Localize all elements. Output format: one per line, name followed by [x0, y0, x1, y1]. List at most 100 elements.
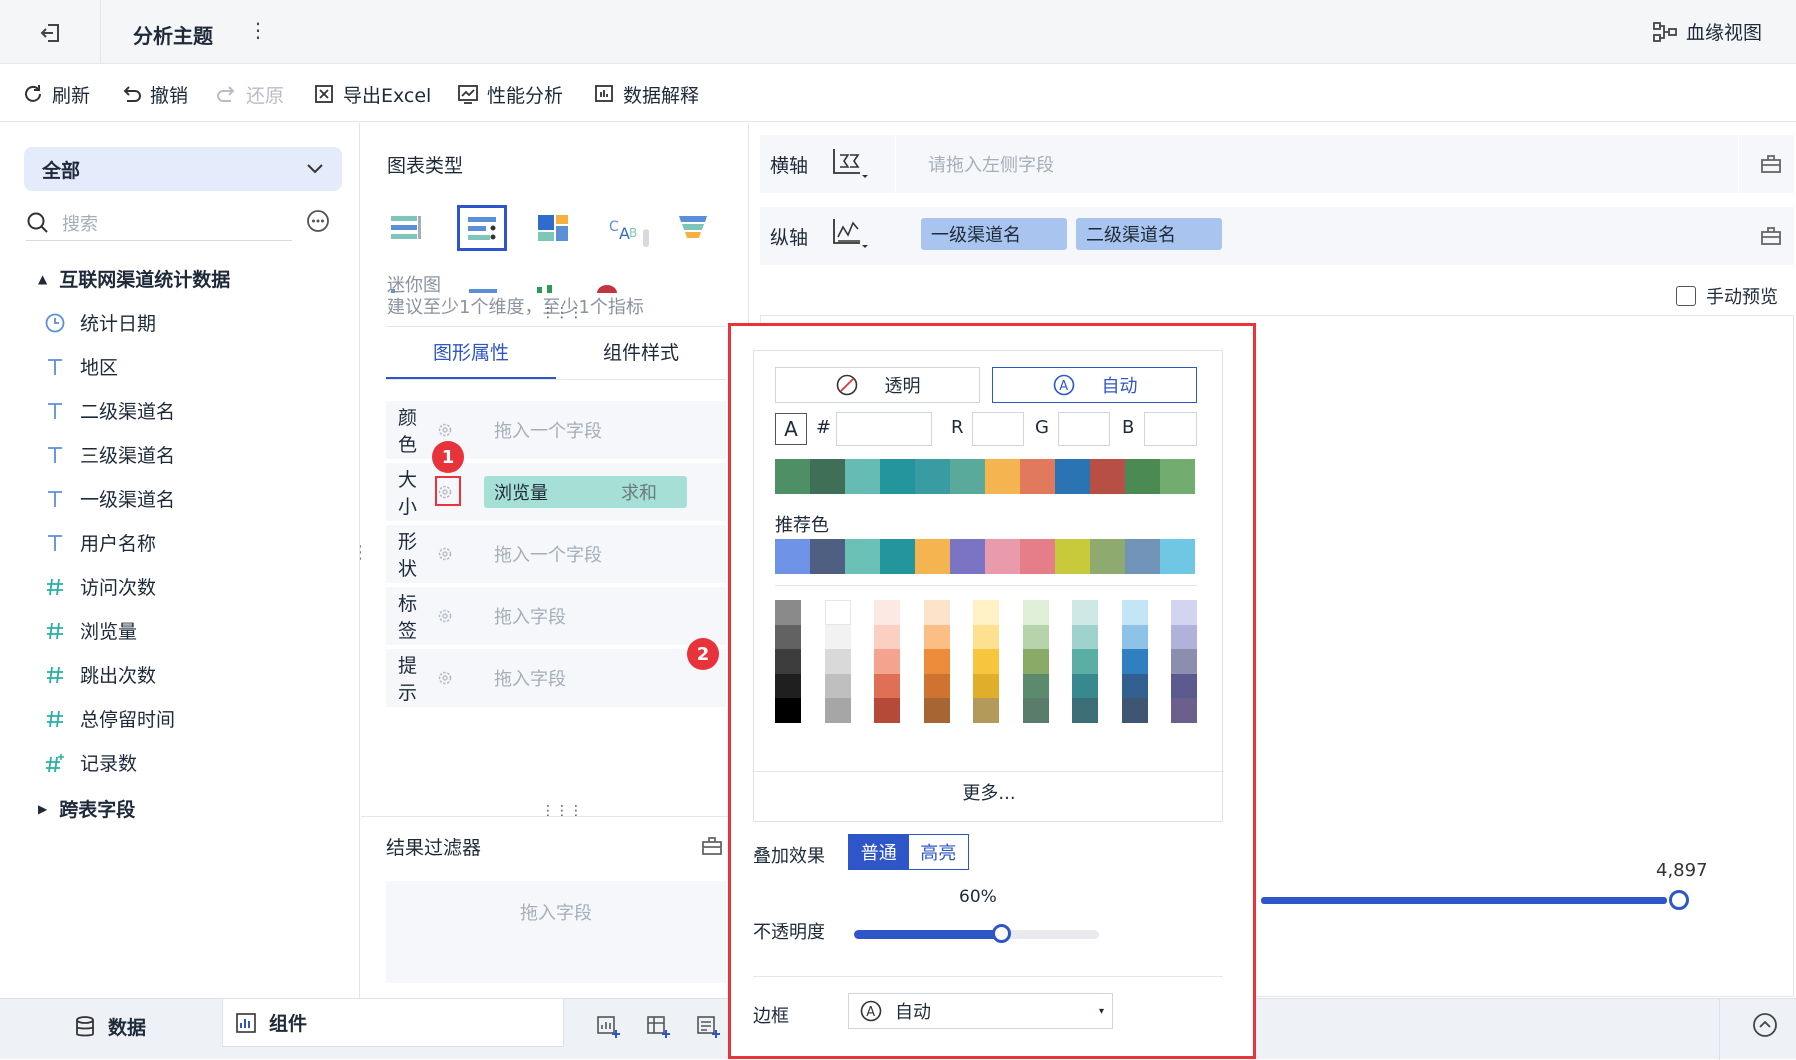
shade-swatch[interactable]	[775, 649, 801, 674]
add-chart-icon[interactable]	[596, 1013, 622, 1039]
y-axis-field-pill[interactable]: 二级渠道名	[1076, 218, 1222, 250]
manual-preview-toggle[interactable]: 手动预览	[1676, 283, 1778, 309]
shade-swatch[interactable]	[1121, 698, 1148, 723]
palette-swatch[interactable]	[1090, 459, 1125, 494]
tab-component-style[interactable]: 组件样式	[556, 338, 726, 365]
field-item[interactable]: 三级渠道名	[44, 441, 175, 468]
add-table-icon[interactable]	[646, 1013, 672, 1039]
shade-swatch[interactable]	[874, 600, 900, 625]
tab-graphic-properties[interactable]: 图形属性	[386, 338, 556, 365]
palette-swatch[interactable]	[1125, 459, 1160, 494]
shade-swatch[interactable]	[973, 649, 999, 674]
palette-swatch[interactable]	[810, 459, 845, 494]
gear-icon[interactable]	[436, 421, 454, 439]
word-cloud-chart-icon[interactable]: CAB	[607, 213, 641, 243]
shade-swatch[interactable]	[874, 673, 900, 699]
component-tab[interactable]: 组件	[222, 999, 564, 1047]
recommended-swatch[interactable]	[1055, 539, 1090, 574]
shade-swatch[interactable]	[1121, 600, 1148, 625]
b-input[interactable]	[1144, 412, 1197, 446]
field-item[interactable]: 地区	[44, 353, 118, 380]
shade-swatch[interactable]	[923, 649, 950, 674]
filter-settings-icon[interactable]	[701, 835, 723, 857]
palette-swatch[interactable]	[1055, 459, 1090, 494]
shade-swatch[interactable]	[1022, 600, 1049, 625]
field-scope-dropdown[interactable]: 全部	[24, 147, 342, 191]
redo-button[interactable]: 还原	[216, 79, 284, 109]
shade-swatch[interactable]	[775, 673, 801, 699]
shade-swatch[interactable]	[824, 624, 851, 650]
hex-input[interactable]	[836, 412, 932, 446]
shade-swatch[interactable]	[1072, 673, 1098, 699]
more-icon[interactable]: ⋮	[248, 18, 268, 42]
shade-swatch[interactable]	[973, 673, 999, 699]
palette-swatch[interactable]	[1160, 459, 1195, 494]
shade-swatch[interactable]	[1171, 624, 1197, 650]
recommended-swatch[interactable]	[810, 539, 845, 574]
manual-preview-checkbox[interactable]	[1676, 286, 1696, 306]
x-axis-config-icon[interactable]	[1760, 153, 1782, 175]
y-axis-settings-icon[interactable]	[830, 217, 870, 251]
data-tab[interactable]: 数据	[74, 1013, 146, 1040]
recommended-swatch[interactable]	[1090, 539, 1125, 574]
field-item[interactable]: 统计日期	[44, 309, 156, 336]
blend-highlight-option[interactable]: 高亮	[909, 835, 969, 869]
performance-button[interactable]: 性能分析	[457, 79, 563, 109]
chart-type-scrollbar[interactable]	[643, 229, 649, 247]
shade-swatch[interactable]	[824, 673, 851, 699]
field-item[interactable]: 记录数	[44, 749, 137, 776]
blend-normal-option[interactable]: 普通	[849, 835, 909, 869]
table-group[interactable]: ▲ 互联网渠道统计数据	[38, 265, 230, 292]
more-options-icon[interactable]	[306, 209, 330, 233]
shade-swatch[interactable]	[973, 698, 999, 723]
palette-swatch[interactable]	[775, 459, 810, 494]
palette-swatch[interactable]	[915, 459, 950, 494]
data-explain-button[interactable]: 数据解释	[593, 79, 699, 109]
transparent-button[interactable]: 透明	[775, 367, 980, 403]
field-item[interactable]: 一级渠道名	[44, 485, 175, 512]
palette-swatch[interactable]	[845, 459, 880, 494]
g-input[interactable]	[1058, 412, 1110, 446]
palette-swatch[interactable]	[985, 459, 1020, 494]
shade-swatch[interactable]	[1121, 673, 1148, 699]
shade-swatch[interactable]	[874, 649, 900, 674]
shade-swatch[interactable]	[1072, 624, 1098, 650]
collapse-up-icon[interactable]	[1752, 1012, 1778, 1038]
opacity-slider-handle[interactable]	[992, 924, 1011, 943]
more-colors-button[interactable]: 更多...	[754, 779, 1224, 805]
shade-swatch[interactable]	[1121, 624, 1148, 650]
shade-swatch[interactable]	[1121, 649, 1148, 674]
funnel-chart-icon[interactable]	[677, 213, 709, 243]
r-input[interactable]	[972, 412, 1024, 446]
shade-swatch[interactable]	[1072, 600, 1098, 625]
export-excel-button[interactable]: 导出Excel	[313, 79, 431, 109]
exit-icon[interactable]	[38, 20, 64, 46]
refresh-button[interactable]: 刷新	[22, 79, 90, 109]
shade-swatch[interactable]	[1072, 649, 1098, 674]
shade-swatch[interactable]	[973, 624, 999, 650]
search-input[interactable]: 搜索	[62, 210, 98, 236]
recommended-swatch[interactable]	[775, 539, 810, 574]
palette-swatch[interactable]	[880, 459, 915, 494]
field-item[interactable]: 浏览量	[44, 617, 137, 644]
shade-swatch[interactable]	[824, 649, 851, 674]
x-axis-settings-icon[interactable]	[830, 147, 870, 181]
color-preview-swatch[interactable]: A	[775, 413, 807, 445]
border-select[interactable]: A 自动 ▾	[848, 993, 1113, 1029]
y-axis-field-pill[interactable]: 一级渠道名	[921, 218, 1067, 250]
shade-swatch[interactable]	[824, 600, 851, 625]
field-item[interactable]: 二级渠道名	[44, 397, 175, 424]
property-dropzone[interactable]: 拖入一个字段	[494, 541, 602, 567]
y-axis-config-icon[interactable]	[1760, 225, 1782, 247]
palette-swatch[interactable]	[1020, 459, 1055, 494]
shade-swatch[interactable]	[775, 600, 801, 625]
recommended-swatch[interactable]	[985, 539, 1020, 574]
undo-button[interactable]: 撤销	[120, 79, 188, 109]
shade-swatch[interactable]	[1171, 673, 1197, 699]
bar-table-chart-icon[interactable]	[389, 213, 423, 243]
treemap-chart-icon[interactable]	[537, 213, 569, 243]
shade-swatch[interactable]	[1171, 698, 1197, 723]
recommended-swatch[interactable]	[845, 539, 880, 574]
shade-swatch[interactable]	[1022, 624, 1049, 650]
mini-chart-icon[interactable]	[457, 205, 507, 251]
